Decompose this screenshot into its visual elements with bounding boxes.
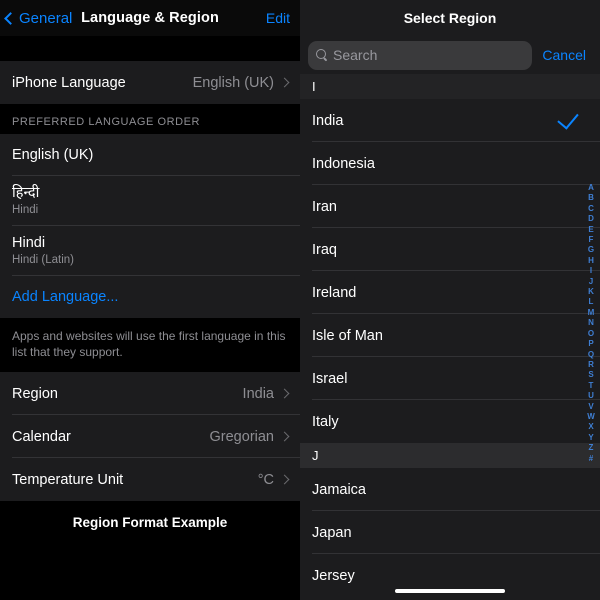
alphabet-index-letter[interactable]: X [588, 422, 593, 432]
alphabet-index-letter[interactable]: L [589, 297, 594, 307]
row-calendar-label: Calendar [12, 428, 71, 445]
language-subtitle: Hindi (Latin) [12, 254, 74, 267]
alphabet-index-letter[interactable]: V [588, 402, 593, 412]
add-language-label: Add Language... [12, 288, 119, 305]
alphabet-index[interactable]: A B C D E F G H I J K L M N O P Q R S T U V W X Y Z # [584, 183, 598, 464]
list-item-language[interactable]: हिन्दी Hindi [0, 176, 300, 226]
region-list-item[interactable]: Iraq [300, 228, 600, 271]
chevron-right-icon [279, 77, 290, 88]
language-name: Hindi [12, 234, 46, 251]
search-icon [316, 49, 328, 61]
section-header-i: I [300, 74, 600, 99]
chevron-right-icon [279, 475, 290, 485]
region-list[interactable]: I India Indonesia Iran Iraq Ireland Isle of Ma… [300, 74, 600, 597]
language-subtitle: Hindi [12, 204, 39, 217]
language-name: English (UK) [12, 146, 94, 163]
region-name: Israel [312, 370, 348, 387]
cancel-button[interactable]: Cancel [532, 47, 592, 63]
alphabet-index-letter[interactable]: G [588, 245, 594, 255]
alphabet-index-letter[interactable]: P [588, 339, 593, 349]
alphabet-index-letter[interactable]: R [588, 360, 594, 370]
row-temperature-unit-label: Temperature Unit [12, 471, 124, 488]
row-calendar[interactable]: Calendar Gregorian [0, 415, 300, 459]
alphabet-index-letter[interactable]: A [588, 183, 594, 193]
region-name: Iraq [312, 241, 337, 258]
chevron-right-icon [279, 389, 290, 399]
preferred-language-footer-note: Apps and websites will use the first lan… [0, 317, 300, 373]
row-iphone-language[interactable]: iPhone Language English (UK) [0, 61, 300, 104]
region-list-item[interactable]: Iran [300, 185, 600, 228]
region-name: Ireland [312, 284, 357, 301]
alphabet-index-letter[interactable]: D [588, 214, 594, 224]
region-list-item[interactable]: Ireland [300, 271, 600, 314]
add-language-button[interactable]: Add Language... [0, 275, 300, 318]
alphabet-index-letter[interactable]: W [587, 412, 595, 422]
search-input[interactable]: Search [308, 40, 533, 70]
row-region-value: India [242, 385, 274, 402]
row-iphone-language-label: iPhone Language [12, 74, 126, 91]
edit-button[interactable]: Edit [266, 0, 290, 36]
alphabet-index-letter[interactable]: K [588, 287, 594, 297]
alphabet-index-letter[interactable]: H [588, 256, 594, 266]
row-calendar-value: Gregorian [209, 428, 274, 445]
region-name: Italy [312, 413, 339, 430]
region-name: Iran [312, 198, 337, 215]
region-list-item[interactable]: Jamaica [300, 468, 600, 511]
alphabet-index-letter[interactable]: J [589, 277, 593, 287]
alphabet-index-letter[interactable]: I [590, 266, 592, 276]
region-list-item[interactable]: Israel [300, 357, 600, 400]
region-name: Indonesia [312, 155, 375, 172]
alphabet-index-letter[interactable]: E [588, 225, 593, 235]
region-list-item[interactable]: Italy [300, 400, 600, 443]
region-name: Jersey [312, 567, 355, 584]
region-name: India [312, 112, 344, 129]
page-title: Language & Region [81, 10, 219, 26]
search-placeholder: Search [333, 47, 378, 63]
alphabet-index-letter[interactable]: Q [588, 350, 594, 360]
preferred-language-order-header: PREFERRED LANGUAGE ORDER [0, 104, 300, 134]
row-temperature-unit[interactable]: Temperature Unit °C [0, 458, 300, 502]
alphabet-index-letter[interactable]: T [589, 381, 594, 391]
alphabet-index-letter[interactable]: S [588, 370, 593, 380]
row-region-label: Region [12, 385, 58, 402]
search-bar: Search Cancel [300, 36, 600, 74]
spacer-top [0, 36, 300, 61]
alphabet-index-letter[interactable]: F [589, 235, 594, 245]
region-list-item[interactable]: Isle of Man [300, 314, 600, 357]
region-format-example-header: Region Format Example [0, 501, 300, 531]
row-region[interactable]: Region India [0, 372, 300, 416]
region-name: Jamaica [312, 481, 366, 498]
navigation-bar: General Language & Region Edit [0, 0, 300, 36]
preferred-language-list: English (UK) हिन्दी Hindi Hindi Hindi (L… [0, 134, 300, 318]
language-name: हिन्दी [12, 185, 40, 201]
alphabet-index-letter[interactable]: # [589, 454, 593, 464]
iphone-language-group: iPhone Language English (UK) [0, 61, 300, 104]
alphabet-index-letter[interactable]: Z [589, 443, 594, 453]
sheet-title: Select Region [300, 0, 600, 36]
region-list-item[interactable]: Indonesia [300, 142, 600, 185]
alphabet-index-letter[interactable]: B [588, 193, 594, 203]
row-iphone-language-value: English (UK) [192, 74, 274, 91]
alphabet-index-letter[interactable]: C [588, 204, 594, 214]
screen: General Language & Region Edit iPhone La… [0, 0, 600, 600]
settings-language-region-panel: General Language & Region Edit iPhone La… [0, 0, 300, 600]
home-indicator [395, 588, 505, 593]
alphabet-index-letter[interactable]: N [588, 318, 594, 328]
region-name: Japan [312, 524, 352, 541]
alphabet-index-letter[interactable]: O [588, 329, 594, 339]
row-temperature-unit-value: °C [257, 471, 274, 488]
region-list-item[interactable]: India [300, 99, 600, 142]
select-region-sheet: Select Region Search Cancel I India Indone… [300, 0, 600, 600]
list-item-language[interactable]: English (UK) [0, 134, 300, 176]
region-list-item[interactable]: Japan [300, 511, 600, 554]
section-header-j: J [300, 443, 600, 468]
region-name: Isle of Man [312, 327, 383, 344]
alphabet-index-letter[interactable]: Y [588, 433, 593, 443]
list-item-language[interactable]: Hindi Hindi (Latin) [0, 225, 300, 276]
alphabet-index-letter[interactable]: U [588, 391, 594, 401]
chevron-right-icon [279, 432, 290, 442]
region-settings-group: Region India Calendar Gregorian Temperat… [0, 372, 300, 502]
alphabet-index-letter[interactable]: M [588, 308, 595, 318]
